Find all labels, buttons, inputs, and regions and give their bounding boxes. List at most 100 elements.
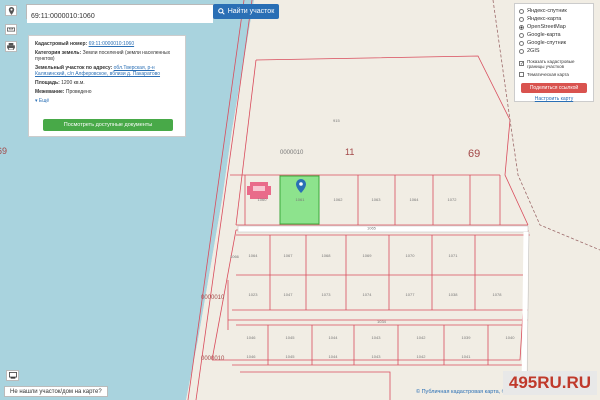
layer-option[interactable]: Яндекс-спутник xyxy=(519,7,589,15)
layer-label: Google-карта xyxy=(527,32,561,38)
category-row: Категория земель: Земли поселений (земли… xyxy=(35,50,179,62)
map-label-quarter-lower-2: 0000010 xyxy=(201,356,225,362)
search-box xyxy=(26,4,214,23)
area-row: Площадь: 1200 кв.м. xyxy=(35,80,179,86)
plot-number-label: 1074 xyxy=(363,292,373,297)
layers-panel: Яндекс-спутник Яндекс-карта OpenStreetMa… xyxy=(514,3,594,102)
fullscreen-button[interactable] xyxy=(6,370,19,381)
road-strip xyxy=(237,225,529,233)
plot-number-label: 1045 xyxy=(286,354,296,359)
layer-option[interactable]: Яндекс-карта xyxy=(519,15,589,23)
boundary-label: Межевание: xyxy=(35,89,65,95)
plot-number-label: 1073 xyxy=(322,292,332,297)
cadastral-borders-label: Показать кадастровые границы участков xyxy=(527,58,575,69)
plot-number-label: 1044 xyxy=(329,354,339,359)
radio-icon xyxy=(519,16,524,22)
plot-number-label: 1046 xyxy=(247,354,257,359)
plot-number-label: 1042 xyxy=(417,354,427,359)
watermark: 495RU.RU xyxy=(503,371,597,395)
plot-number-label: 1039 xyxy=(462,335,472,340)
more-toggle[interactable]: ▾ Ещё xyxy=(35,98,179,104)
share-link-button[interactable]: Поделиться ссылкой xyxy=(521,83,587,93)
layer-option[interactable]: Google-карта xyxy=(519,31,589,39)
plot-number-label: 1063 xyxy=(372,197,382,202)
map-label-mid-strip: 1034 xyxy=(377,319,387,324)
plot-number-label: 1061 xyxy=(296,197,306,202)
map-label-top-plot: 915 xyxy=(333,118,340,123)
configure-map-link[interactable]: Настроить карту xyxy=(519,96,589,102)
cad-number-row: Кадастровый номер: 69:11:0000010:1060 xyxy=(35,41,179,47)
map-label-road-plot: 1065 xyxy=(367,226,377,231)
layer-option[interactable]: Google-спутник xyxy=(519,39,589,47)
plot-number-label: 1069 xyxy=(363,253,373,258)
map-label-edge: 69 xyxy=(0,146,7,156)
layer-label: OpenStreetMap xyxy=(527,24,566,30)
plot-number-label: 1068 xyxy=(322,253,332,258)
radio-icon xyxy=(519,40,524,46)
plot-number-label: 1062 xyxy=(334,197,344,202)
search-button[interactable]: Найти участок xyxy=(213,4,279,19)
plot-number-label: 1070 xyxy=(406,253,416,258)
layer-label: Яндекс-спутник xyxy=(527,8,567,14)
area-label: Площадь: xyxy=(35,80,60,86)
plot-number-label: 1040 xyxy=(506,335,516,340)
plot-number-label: 1042 xyxy=(417,335,427,340)
address-row: Земельный участок по адресу: обл.Тверска… xyxy=(35,65,179,77)
cad-number-label: Кадастровый номер: xyxy=(35,41,88,47)
layer-label: Яндекс-карта xyxy=(527,16,562,22)
plot-number-label: 1023 xyxy=(249,292,259,297)
boundary-value: Проведено xyxy=(65,89,92,95)
chevron-down-icon: ▾ xyxy=(35,98,38,104)
checkbox-checked-icon: ✓ xyxy=(519,61,525,67)
radio-icon xyxy=(519,32,524,38)
plot-number-label: 1077 xyxy=(406,292,416,297)
plot-number-label: 1043 xyxy=(372,335,382,340)
plot-number-label: 1043 xyxy=(372,354,382,359)
fullscreen-icon xyxy=(8,372,17,379)
more-label: Ещё xyxy=(38,98,50,104)
plot-number-label: 1078 xyxy=(493,292,503,297)
plot-number-label: 1067 xyxy=(284,253,294,258)
thematic-map-label: Тематическая карта xyxy=(527,71,569,77)
plot-number-label: 1072 xyxy=(448,197,458,202)
layer-option[interactable]: OpenStreetMap xyxy=(519,23,589,31)
plot-number-label: 1060 xyxy=(258,197,268,202)
radio-icon xyxy=(519,8,524,14)
location-button[interactable] xyxy=(5,5,17,16)
print-icon xyxy=(7,43,15,50)
side-road xyxy=(521,231,529,391)
cadastral-borders-option[interactable]: ✓ Показать кадастровые границы участков xyxy=(519,57,589,70)
view-documents-button[interactable]: Посмотреть доступные документы xyxy=(43,119,173,131)
plot-number-label: 1045 xyxy=(286,335,296,340)
parcel-info-panel: Кадастровый номер: 69:11:0000010:1060 Ка… xyxy=(28,35,186,137)
not-found-button[interactable]: Не нашли участок/дом на карте? xyxy=(4,386,108,397)
layer-label: 2GIS xyxy=(527,48,540,54)
map-label-quarter: 0000010 xyxy=(280,150,304,156)
search-button-label: Найти участок xyxy=(227,8,275,15)
radio-icon xyxy=(519,48,524,54)
location-icon xyxy=(8,6,14,15)
layer-option[interactable]: 2GIS xyxy=(519,47,589,55)
print-button[interactable] xyxy=(5,41,17,52)
radio-selected-icon xyxy=(519,24,524,30)
area-value: 1200 кв.м. xyxy=(61,80,85,86)
plot-number-label: 1071 xyxy=(449,253,459,258)
ruler-button[interactable] xyxy=(5,24,17,35)
thematic-map-option[interactable]: Тематическая карта xyxy=(519,70,589,78)
layer-label: Google-спутник xyxy=(527,40,567,46)
checkbox-icon xyxy=(519,71,524,77)
map-label-district: 11 xyxy=(345,147,354,157)
plot-number-label: 1064 xyxy=(410,197,420,202)
cad-number-link[interactable]: 69:11:0000010:1060 xyxy=(89,41,135,47)
plot-number-label: 1044 xyxy=(329,335,339,340)
plot-number-label: 1047 xyxy=(284,292,294,297)
ruler-icon xyxy=(7,27,15,32)
plot-number-label: 1046 xyxy=(247,335,257,340)
search-icon xyxy=(217,8,225,15)
map-label-region: 69 xyxy=(468,148,480,160)
plot-number-label: 1038 xyxy=(449,292,459,297)
boundary-row: Межевание: Проведено xyxy=(35,89,179,95)
search-input[interactable] xyxy=(27,10,213,23)
plot-number-label: 1064 xyxy=(249,253,259,258)
map-label-quarter-lower-1: 0000010 xyxy=(201,295,225,301)
